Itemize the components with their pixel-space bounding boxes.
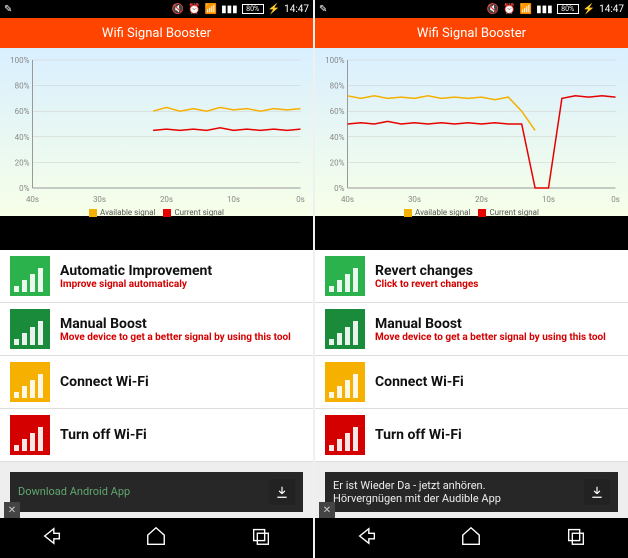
close-icon[interactable]: ✕ [319,502,335,518]
turn-off-wifi-icon [325,415,365,455]
menu-item-auto[interactable]: Automatic ImprovementImprove signal auto… [0,250,313,303]
svg-text:100%: 100% [325,56,344,65]
back-button[interactable] [41,525,63,551]
menu-item-manual[interactable]: Manual BoostMove device to get a better … [0,303,313,356]
menu-item-off[interactable]: Turn off Wi-Fi [315,409,628,462]
svg-text:20s: 20s [475,195,488,204]
android-nav-bar [0,518,313,558]
menu-item-title: Manual Boost [375,316,606,332]
alarm-icon: ⏰ [188,4,200,15]
download-icon[interactable] [584,479,610,505]
menu-item-subtitle: Move device to get a better signal by us… [375,332,606,343]
home-button[interactable] [145,525,167,551]
charging-icon: ⚡ [268,4,280,15]
recent-button[interactable] [565,525,587,551]
signal-icon: ▮▮▮ [221,4,238,15]
battery-indicator: 80% [557,4,579,14]
svg-text:10s: 10s [542,195,555,204]
menu-item-title: Manual Boost [60,316,291,332]
svg-text:40s: 40s [341,195,354,204]
svg-text:80%: 80% [330,82,345,91]
close-icon[interactable]: ✕ [4,502,20,518]
home-button[interactable] [460,525,482,551]
svg-text:100%: 100% [10,56,29,65]
svg-text:0%: 0% [334,184,344,193]
ad-text: Er ist Wieder Da - jetzt anhören.Hörverg… [333,479,501,505]
svg-text:40s: 40s [26,195,39,204]
menu-item-title: Turn off Wi-Fi [60,427,147,443]
wifi-icon: 📶 [520,4,532,15]
battery-indicator: 80% [242,4,264,14]
automatic-icon [10,256,50,296]
status-bar: ✎ 🔇 ⏰ 📶 ▮▮▮ 80% ⚡ 14:47 [0,0,313,18]
alarm-icon: ⏰ [503,4,515,15]
chart-legend: Available signal Current signal [4,208,309,219]
svg-text:30s: 30s [408,195,421,204]
pencil-icon: ✎ [319,4,327,15]
svg-text:0s: 0s [611,195,620,204]
menu-item-manual[interactable]: Manual BoostMove device to get a better … [315,303,628,356]
menu-item-auto[interactable]: Revert changesClick to revert changes [315,250,628,303]
connect-wifi-icon [325,362,365,402]
signal-icon: ▮▮▮ [536,4,553,15]
svg-text:0%: 0% [19,184,29,193]
app-header: Wifi Signal Booster [315,18,628,48]
signal-chart: 0% 20% 40% 60% 80% 100% 40s 30s 20s 10s 0s Availab… [315,48,628,216]
charging-icon: ⚡ [583,4,595,15]
ad-placeholder-bar [315,216,628,250]
menu-item-subtitle: Improve signal automaticaly [60,279,212,290]
ad-banner[interactable]: Er ist Wieder Da - jetzt anhören.Hörverg… [325,472,618,512]
legend-current: Current signal [489,208,539,217]
signal-chart: 0% 20% 40% 60% 80% 100% 40s 30s 20s 10s 0s Availab… [0,48,313,216]
pencil-icon: ✎ [4,4,12,15]
menu-item-title: Turn off Wi-Fi [375,427,462,443]
svg-text:10s: 10s [227,195,240,204]
menu-item-title: Connect Wi-Fi [60,374,149,390]
legend-available: Available signal [415,208,470,217]
legend-available: Available signal [100,208,155,217]
manual-boost-icon [10,309,50,349]
download-icon[interactable] [269,479,295,505]
chart-legend: Available signal Current signal [319,208,624,219]
svg-text:60%: 60% [15,107,30,116]
clock: 14:47 [284,4,309,15]
clock: 14:47 [599,4,624,15]
svg-text:80%: 80% [15,82,30,91]
svg-text:0s: 0s [296,195,305,204]
connect-wifi-icon [10,362,50,402]
mute-icon: 🔇 [172,4,184,15]
ad-placeholder-bar [0,216,313,250]
android-nav-bar [315,518,628,558]
svg-text:20s: 20s [160,195,173,204]
turn-off-wifi-icon [10,415,50,455]
menu-item-subtitle: Move device to get a better signal by us… [60,332,291,343]
svg-text:40%: 40% [15,133,30,142]
svg-text:40%: 40% [330,133,345,142]
svg-text:20%: 20% [330,158,345,167]
svg-text:60%: 60% [330,107,345,116]
menu-item-subtitle: Click to revert changes [375,279,478,290]
manual-boost-icon [325,309,365,349]
menu-item-title: Revert changes [375,263,478,279]
app-header: Wifi Signal Booster [0,18,313,48]
legend-current: Current signal [174,208,224,217]
automatic-icon [325,256,365,296]
back-button[interactable] [356,525,378,551]
menu-item-title: Automatic Improvement [60,263,212,279]
status-bar: ✎ 🔇 ⏰ 📶 ▮▮▮ 80% ⚡ 14:47 [315,0,628,18]
menu-item-connect[interactable]: Connect Wi-Fi [0,356,313,409]
ad-text: Download Android App [18,485,130,498]
menu-item-off[interactable]: Turn off Wi-Fi [0,409,313,462]
wifi-icon: 📶 [205,4,217,15]
recent-button[interactable] [250,525,272,551]
svg-text:30s: 30s [93,195,106,204]
menu-item-connect[interactable]: Connect Wi-Fi [315,356,628,409]
menu-item-title: Connect Wi-Fi [375,374,464,390]
ad-banner[interactable]: Download Android App✕ [10,472,303,512]
svg-text:20%: 20% [15,158,30,167]
mute-icon: 🔇 [487,4,499,15]
